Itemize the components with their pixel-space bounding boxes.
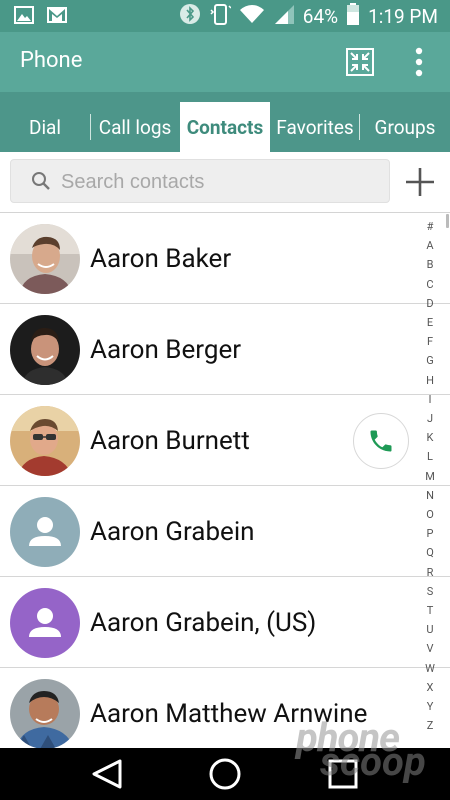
gallery-icon [14,6,34,28]
index-letter[interactable]: G [420,354,440,367]
shrink-icon [346,48,374,76]
home-icon [209,758,241,790]
contact-row[interactable]: Aaron Matthew Arnwine [0,669,450,748]
index-letter[interactable]: Q [420,546,440,559]
contact-name: Aaron Grabein, (US) [90,608,317,638]
gmail-icon [46,6,68,28]
wifi-icon [239,4,265,29]
contact-name: Aaron Berger [90,335,242,365]
avatar [10,406,80,476]
phone-icon [370,430,392,452]
plus-icon [406,168,434,196]
back-icon [92,759,122,789]
index-letter[interactable]: D [420,297,440,310]
tab-call-logs[interactable]: Call logs [91,102,179,152]
battery-icon [346,2,360,31]
contact-row[interactable]: Aaron Grabein [0,487,450,577]
app-title: Phone [20,48,83,73]
index-letter[interactable]: O [420,508,440,521]
index-letter[interactable]: U [420,623,440,636]
index-letter[interactable]: E [420,316,440,329]
default-avatar-icon [10,588,80,658]
back-button[interactable] [82,754,132,794]
index-letter[interactable]: V [420,642,440,655]
navigation-bar [0,748,450,800]
avatar [10,497,80,567]
contact-name: Aaron Grabein [90,517,255,547]
battery-percent: 64% [302,4,339,28]
contact-row[interactable]: Aaron Burnett [0,396,450,486]
contact-row[interactable]: Aaron Berger [0,305,450,395]
contact-name: Aaron Burnett [90,426,250,456]
contacts-list: Aaron Baker Aaron Berger Aaron Burnett A… [0,214,450,748]
tab-dial[interactable]: Dial [0,102,90,152]
index-letter[interactable]: N [420,489,440,502]
add-contact-button[interactable] [402,164,438,200]
recents-button[interactable] [318,754,368,794]
avatar [10,679,80,748]
index-letter[interactable]: L [420,450,440,463]
index-letter[interactable]: K [420,431,440,444]
avatar [10,315,80,385]
index-letter[interactable]: A [420,239,440,252]
shrink-screen-button[interactable] [340,42,380,82]
index-letter[interactable]: J [420,412,440,425]
tab-contacts[interactable]: Contacts [180,102,270,152]
contact-name: Aaron Matthew Arnwine [90,699,368,729]
clock: 1:19 PM [368,4,438,28]
search-icon [32,172,50,190]
app-bar: Phone [0,32,450,92]
tab-favorites[interactable]: Favorites [271,102,359,152]
index-letter[interactable]: R [420,566,440,579]
status-bar: 64% 1:19 PM [0,0,450,32]
index-letter[interactable]: Z [420,719,440,732]
index-letter[interactable]: C [420,278,440,291]
call-button[interactable] [353,413,409,469]
index-letter[interactable]: Y [420,700,440,713]
avatar [10,224,80,294]
index-letter[interactable]: S [420,585,440,598]
index-letter[interactable]: X [420,681,440,694]
search-input[interactable] [59,166,383,198]
scrollbar[interactable] [446,214,449,228]
default-avatar-icon [10,497,80,567]
search-box[interactable] [10,159,390,203]
vibrate-icon [209,2,232,31]
index-letter[interactable]: P [420,527,440,540]
signal-icon [273,3,295,30]
contact-row[interactable]: Aaron Baker [0,214,450,304]
index-letter[interactable]: H [420,374,440,387]
bluetooth-icon [179,3,201,30]
tab-bar: Dial Call logs Contacts Favorites Groups [0,92,450,152]
more-vert-icon [415,47,423,77]
index-letter[interactable]: W [420,662,440,675]
alphabet-index[interactable]: # A B C D E F G H I J K L M N O P Q R S T U V W X Y Z [420,220,440,740]
contact-name: Aaron Baker [90,244,232,274]
index-letter[interactable]: F [420,335,440,348]
index-letter[interactable]: I [420,393,440,406]
index-letter[interactable]: T [420,604,440,617]
avatar [10,588,80,658]
overflow-menu-button[interactable] [404,42,434,82]
search-row [0,152,450,213]
index-letter[interactable]: # [420,220,440,233]
index-letter[interactable]: M [420,470,440,483]
contact-row[interactable]: Aaron Grabein, (US) [0,578,450,668]
index-letter[interactable]: B [420,258,440,271]
home-button[interactable] [200,754,250,794]
recents-icon [328,759,358,789]
tab-groups[interactable]: Groups [360,102,450,152]
